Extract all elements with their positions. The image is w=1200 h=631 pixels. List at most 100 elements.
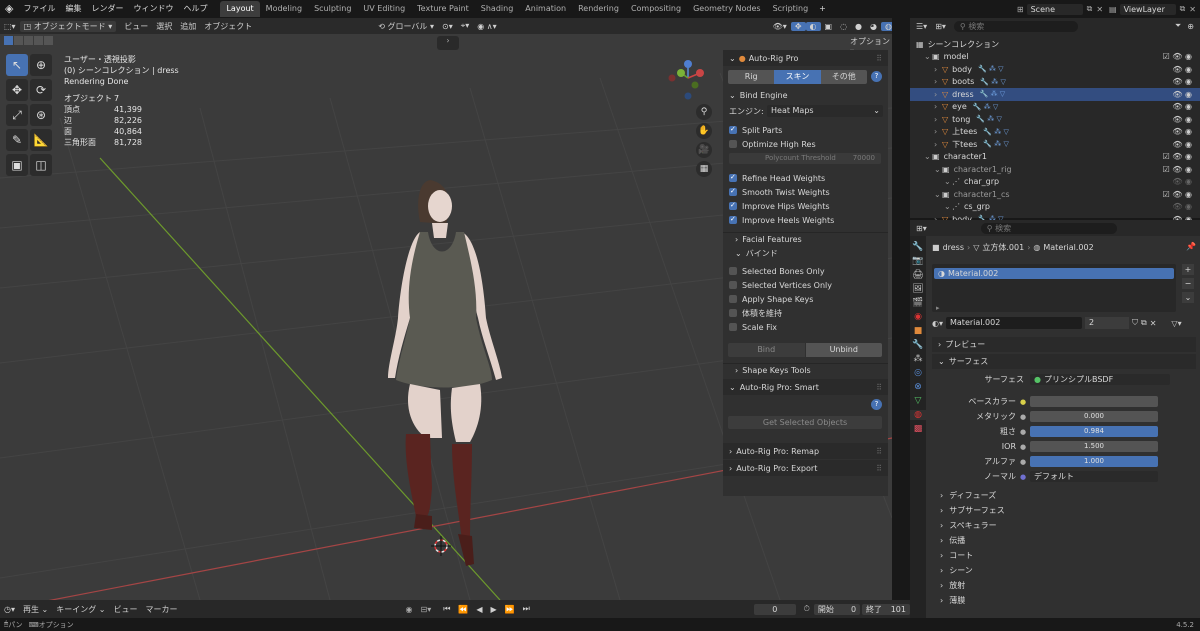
selected-verts-checkbox[interactable] — [729, 281, 737, 289]
measure-tool-icon[interactable]: 📐 — [30, 129, 52, 151]
normal-field[interactable]: デフォルト — [1030, 471, 1158, 482]
tab-scripting[interactable]: Scripting — [767, 1, 815, 17]
move-tool-icon[interactable]: ✥ — [6, 79, 28, 101]
link-mode-icon[interactable]: ▽▾ — [1171, 319, 1181, 328]
play-reverse-icon[interactable]: ◀ — [472, 605, 486, 614]
scale-fix-checkbox[interactable] — [729, 323, 737, 331]
get-selected-button[interactable]: Get Selected Objects — [728, 416, 882, 429]
visibility-toggle-icon[interactable]: 👁 ◉ — [1172, 177, 1192, 186]
properties-editor-icon[interactable]: ⊞▾ — [916, 224, 927, 233]
tab-geometry-nodes[interactable]: Geometry Nodes — [687, 1, 766, 17]
viewlayer-selector[interactable]: ViewLayer — [1119, 3, 1176, 15]
property-section-header[interactable]: › シーン — [932, 563, 1196, 578]
tab-skin[interactable]: スキン — [774, 70, 821, 84]
properties-search-field[interactable]: ⚲ 検索 — [980, 222, 1117, 234]
shape-keys-header[interactable]: › Shape Keys Tools — [723, 363, 888, 377]
slot-expand-icon[interactable]: ▸ — [936, 304, 940, 312]
slot-menu-icon[interactable]: ⌄ — [1182, 292, 1194, 303]
material-name-field[interactable]: Material.002 — [946, 317, 1082, 329]
outliner-row[interactable]: ⌄ ▣ character1 ☑ 👁 ◉ — [910, 151, 1200, 164]
split-parts-checkbox[interactable] — [729, 126, 737, 134]
scene-copy-icon[interactable]: ⧉ — [1087, 4, 1093, 14]
outliner-row[interactable]: ⌄ ▣ model ☑ 👁 ◉ — [910, 51, 1200, 64]
visibility-toggle-icon[interactable]: 👁 ◉ — [1172, 65, 1192, 74]
smart-panel-header[interactable]: ⌄ Auto-Rig Pro: Smart ⠿ — [723, 379, 888, 395]
keep-volume-row[interactable]: 体積を維持 — [723, 306, 888, 320]
pan-hand-icon[interactable]: ✋ — [696, 123, 712, 139]
expand-arrow-icon[interactable]: › — [934, 140, 942, 149]
outliner-funnel-icon[interactable]: ⏷ — [1175, 21, 1181, 31]
jump-start-icon[interactable]: ⏮ — [439, 604, 454, 614]
modifier-icons[interactable]: 🔧 ⁂ ▽ — [980, 90, 1006, 98]
annotate-tool-icon[interactable]: ✎ — [6, 129, 28, 151]
visibility-toggle-icon[interactable]: ☑ 👁 ◉ — [1163, 152, 1192, 161]
visibility-toggle-icon[interactable]: 👁 ◉ — [1172, 90, 1192, 99]
property-section-header[interactable]: › 伝播 — [932, 533, 1196, 548]
facial-features-header[interactable]: › Facial Features — [723, 232, 888, 246]
modifier-icons[interactable]: 🔧 ⁂ ▽ — [983, 140, 1009, 148]
menu-help[interactable]: ヘルプ — [178, 0, 212, 18]
blender-logo-icon[interactable]: ◈ — [0, 0, 18, 18]
visibility-toggle-icon[interactable]: ☑ 👁 ◉ — [1163, 190, 1192, 199]
fake-user-icon[interactable]: ⛉ — [1132, 318, 1138, 328]
outliner-row[interactable]: ›▽body 🔧 ⁂ ▽ 👁 ◉ — [910, 63, 1200, 76]
drag-handle-icon[interactable]: ⠿ — [876, 54, 882, 63]
scene-close-icon[interactable]: ✕ — [1096, 5, 1103, 14]
menu-timeline-view[interactable]: ビュー — [110, 604, 142, 615]
refine-head-checkbox[interactable] — [729, 174, 737, 182]
smart-help-icon[interactable]: ? — [871, 399, 882, 410]
base-color-socket-icon[interactable]: ● — [1020, 398, 1030, 406]
visibility-toggle-icon[interactable]: ☑ 👁 ◉ — [1163, 165, 1192, 174]
preview-section-header[interactable]: › プレビュー — [932, 337, 1196, 352]
texture-tab-icon[interactable]: ▩ — [914, 424, 923, 434]
property-section-header[interactable]: › コート — [932, 548, 1196, 563]
optimize-checkbox[interactable] — [729, 140, 737, 148]
modifier-icons[interactable]: 🔧 ⁂ ▽ — [973, 103, 999, 111]
autokey-options-icon[interactable]: ⊟▾ — [416, 605, 435, 614]
current-frame-field[interactable]: 0 — [753, 603, 796, 615]
preview-range-icon[interactable]: ⏱ — [804, 604, 810, 614]
selected-bones-checkbox[interactable] — [729, 267, 737, 275]
keep-volume-checkbox[interactable] — [729, 309, 737, 317]
visibility-toggle-icon[interactable]: 👁 ◉ — [1172, 77, 1192, 86]
slot-remove-icon[interactable]: − — [1182, 278, 1194, 289]
bind-button[interactable]: Bind — [728, 343, 805, 357]
menu-marker[interactable]: マーカー — [142, 604, 182, 615]
export-panel-header[interactable]: › Auto-Rig Pro: Export ⠿ — [723, 460, 888, 476]
bind-section-header[interactable]: ⌄ バインド — [723, 246, 888, 260]
slot-add-icon[interactable]: + — [1182, 264, 1194, 275]
next-key-icon[interactable]: ⏩ — [501, 605, 519, 614]
metallic-field[interactable]: 0.000 — [1030, 411, 1158, 422]
outliner-row[interactable]: › ▽ tong 🔧 ⁂ ▽ 👁 ◉ — [910, 113, 1200, 126]
viewlayer-tab-icon[interactable]: 🖼 — [912, 284, 923, 294]
property-section-header[interactable]: › 薄膜 — [932, 593, 1196, 608]
data-tab-icon[interactable]: ▽ — [915, 396, 922, 406]
help-icon[interactable]: ? — [870, 71, 882, 82]
modifier-icons[interactable]: 🔧 ⁂ ▽ — [980, 78, 1006, 86]
menu-window[interactable]: ウィンドウ — [128, 0, 178, 18]
grid-perspective-icon[interactable]: ▦ — [696, 161, 712, 177]
modifier-icons[interactable]: 🔧 ⁂ ▽ — [978, 65, 1004, 73]
timeline-editor-icon[interactable]: ◷▾ — [0, 605, 19, 614]
tab-rig[interactable]: Rig — [728, 70, 775, 84]
tab-layout[interactable]: Layout — [220, 1, 260, 17]
transform-tool-icon[interactable]: ⊛ — [30, 104, 52, 126]
outliner-row[interactable]: › ▽ boots 🔧 ⁂ ▽ 👁 ◉ — [910, 76, 1200, 89]
surface-section-header[interactable]: ⌄ サーフェス — [932, 354, 1196, 369]
remap-panel-header[interactable]: › Auto-Rig Pro: Remap ⠿ — [723, 443, 888, 459]
modifier-tab-icon[interactable]: 🔧 — [912, 340, 923, 350]
scale-fix-row[interactable]: Scale Fix — [723, 320, 888, 334]
camera-view-icon[interactable]: 🎥 — [696, 142, 712, 158]
tab-uv-editing[interactable]: UV Editing — [357, 1, 411, 17]
material-users-count[interactable]: 2 — [1085, 317, 1129, 329]
tab-rendering[interactable]: Rendering — [572, 1, 625, 17]
smart-drag-icon[interactable]: ⠿ — [876, 383, 882, 392]
world-tab-icon[interactable]: ◉ — [914, 312, 922, 322]
tool-tab-icon[interactable]: 🔧 — [912, 242, 923, 252]
improve-hips-row[interactable]: Improve Hips Weights — [723, 199, 888, 213]
start-frame-field[interactable]: 開始 0 — [813, 603, 861, 615]
improve-heels-checkbox[interactable] — [729, 216, 737, 224]
primitive-tool-icon[interactable]: ◫ — [30, 154, 52, 176]
add-cube-tool-icon[interactable]: ▣ — [6, 154, 28, 176]
metallic-socket-icon[interactable]: ● — [1020, 413, 1030, 421]
